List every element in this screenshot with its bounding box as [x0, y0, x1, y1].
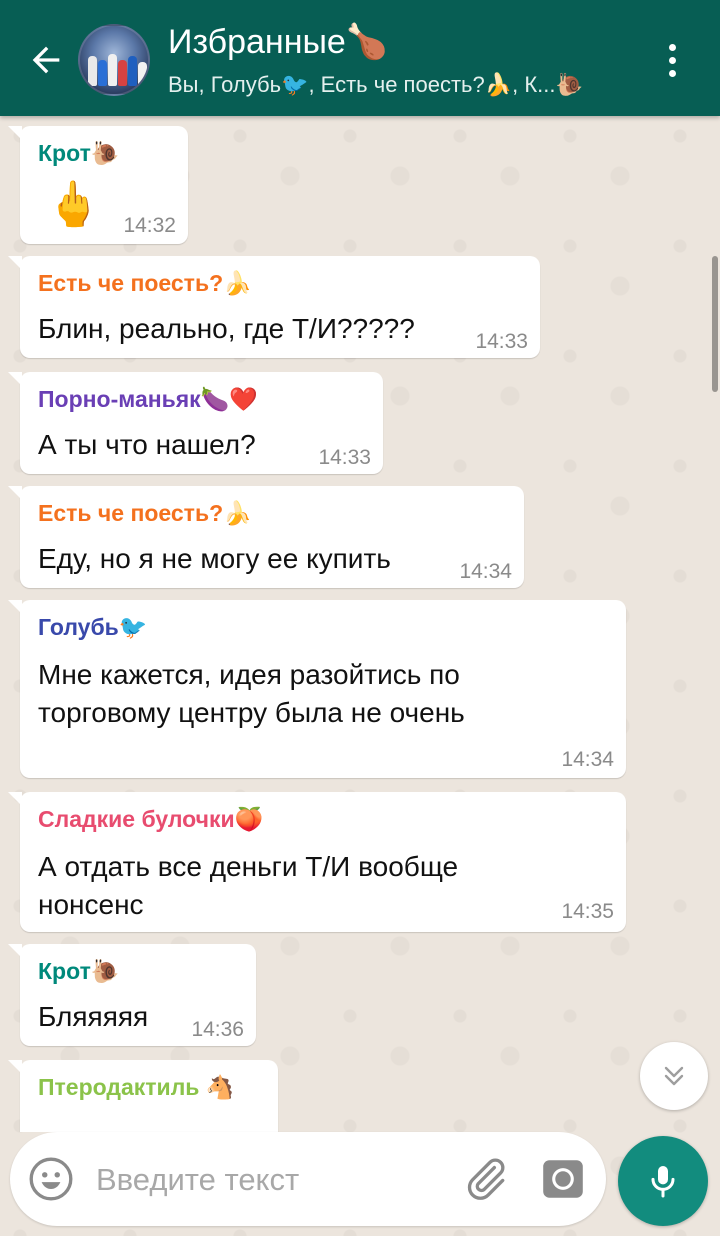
message-sender: Есть че поесть?🍌: [38, 500, 252, 526]
message-time: 14:32: [123, 214, 176, 237]
microphone-icon: [651, 1166, 675, 1198]
message-sender: Крот🐌: [38, 140, 120, 166]
message-sender: Сладкие булочки🍑: [38, 806, 264, 832]
emoji-button[interactable]: [26, 1154, 76, 1204]
message-time: 14:33: [475, 330, 528, 353]
chat-members[interactable]: Вы, Голубь🐦, Есть че поесть?🍌, К...🐌: [168, 72, 628, 98]
message-text: Еду, но я не могу ее купить: [38, 543, 391, 574]
group-avatar[interactable]: [78, 24, 150, 96]
smiley-icon: [29, 1157, 73, 1201]
message-composer: Введите текст: [10, 1132, 606, 1226]
message-text: А ты что нашел?: [38, 429, 256, 460]
message-sender: Есть че поесть?🍌: [38, 270, 252, 296]
message-text: Блин, реально, где Т/И?????: [38, 313, 415, 344]
message-sender: Голубь🐦: [38, 614, 148, 640]
message-bubble[interactable]: Есть че поесть?🍌 Блин, реально, где Т/И?…: [8, 256, 540, 358]
chat-header: Избранные🍗 Вы, Голубь🐦, Есть че поесть?🍌…: [0, 0, 720, 116]
scrollbar[interactable]: [712, 256, 718, 392]
back-button[interactable]: [22, 36, 70, 84]
message-time: 14:35: [561, 900, 614, 923]
chat-title[interactable]: Избранные🍗: [168, 22, 388, 62]
more-options-button[interactable]: [652, 38, 692, 82]
arrow-left-icon: [32, 46, 60, 74]
message-list[interactable]: Крот🐌 🖕 14:32 Есть че поесть?🍌 Блин, реа…: [0, 116, 720, 1132]
message-bubble[interactable]: Голубь🐦 Мне кажется, идея разойтись по т…: [8, 600, 626, 778]
message-text: торговому центру была не очень: [38, 697, 465, 728]
message-text: нонсенс: [38, 889, 144, 920]
paperclip-icon: [467, 1158, 505, 1200]
message-time: 14:36: [191, 1018, 244, 1041]
message-input[interactable]: Введите текст: [96, 1162, 299, 1198]
message-bubble[interactable]: Порно-маньяк🍆❤️ А ты что нашел? 14:33: [8, 372, 383, 474]
camera-button[interactable]: [538, 1154, 588, 1204]
attach-button[interactable]: [460, 1154, 510, 1204]
message-text: Бляяяяя: [38, 1001, 149, 1032]
message-sender: Птеродактиль 🐴: [38, 1074, 235, 1100]
message-emoji: 🖕: [46, 180, 101, 229]
message-time: 14:34: [561, 748, 614, 771]
message-time: 14:33: [318, 446, 371, 469]
message-sender: Крот🐌: [38, 958, 120, 984]
message-text: Мне кажется, идея разойтись по: [38, 659, 460, 690]
voice-record-button[interactable]: [618, 1136, 708, 1226]
chevron-double-down-icon: [664, 1066, 684, 1086]
message-time: 14:34: [459, 560, 512, 583]
more-vert-icon: [668, 43, 676, 51]
message-bubble[interactable]: Есть че поесть?🍌 Еду, но я не могу ее ку…: [8, 486, 524, 588]
message-sender: Порно-маньяк🍆❤️: [38, 386, 258, 412]
scroll-down-button[interactable]: [640, 1042, 708, 1110]
camera-icon: [543, 1160, 583, 1198]
message-text: А отдать все деньги Т/И вообще: [38, 851, 459, 882]
message-bubble[interactable]: Птеродактиль 🐴: [8, 1060, 278, 1132]
message-bubble[interactable]: Крот🐌 🖕 14:32: [8, 126, 188, 244]
message-bubble[interactable]: Крот🐌 Бляяяяя 14:36: [8, 944, 256, 1046]
message-bubble[interactable]: Сладкие булочки🍑 А отдать все деньги Т/И…: [8, 792, 626, 932]
